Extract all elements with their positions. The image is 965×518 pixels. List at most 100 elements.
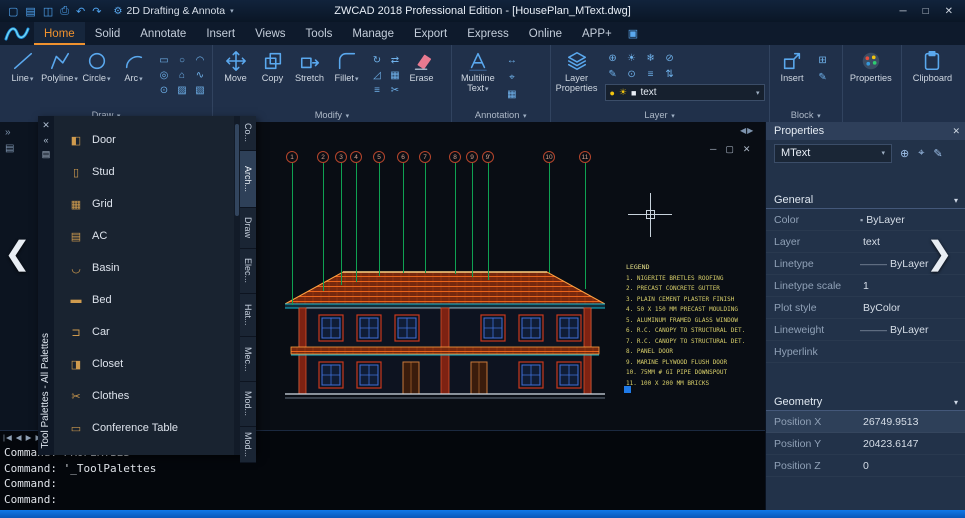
line-button[interactable]: Line▾	[4, 46, 41, 84]
palette-tab[interactable]: Mod...	[240, 382, 256, 427]
array-icon[interactable]: ▦	[387, 69, 403, 82]
mirror-icon[interactable]: ⇄	[387, 54, 403, 67]
region-icon[interactable]: ⌂	[174, 69, 190, 82]
ribbon-tab[interactable]: Annotate	[130, 22, 196, 45]
ribbon-tab[interactable]: APP+	[572, 22, 622, 45]
new-file-icon[interactable]: ▢	[8, 5, 18, 18]
layer-properties-button[interactable]: Layer Properties	[555, 46, 599, 93]
save-icon[interactable]: ◫	[43, 5, 53, 18]
ribbon-tab[interactable]: Home	[34, 22, 85, 45]
section-header-geometry[interactable]: Geometry ▾	[766, 394, 965, 411]
palette-close-icon[interactable]: ✕	[38, 120, 54, 131]
palette-tab[interactable]: Elec...	[240, 249, 256, 294]
doc-minimize-icon[interactable]: ─	[710, 144, 716, 155]
annotation-group-label[interactable]: Annotation ▾	[452, 109, 550, 122]
arc-segment-icon[interactable]: ◠	[192, 54, 208, 67]
layer-group-label[interactable]: Layer ▾	[551, 109, 769, 122]
doc-close-icon[interactable]: ✕	[743, 144, 751, 155]
rectangle-icon[interactable]: ▭	[156, 54, 172, 67]
create-block-icon[interactable]: ⊞	[815, 54, 831, 67]
scale-icon[interactable]: ◿	[369, 69, 385, 82]
current-layer-dropdown[interactable]: ● ☀ ■ text ▾	[605, 84, 765, 101]
maximize-icon[interactable]: □	[923, 6, 929, 17]
point-icon[interactable]: ⊙	[156, 84, 172, 97]
ribbon-tab[interactable]: Insert	[196, 22, 245, 45]
palette-item[interactable]: ◡ Basin	[54, 252, 234, 284]
command-line[interactable]: Command:	[4, 492, 761, 508]
layer-states-icon[interactable]: ≡	[643, 68, 659, 81]
erase-button[interactable]: Erase	[403, 46, 440, 83]
doc-restore-icon[interactable]: ▢	[725, 144, 734, 155]
layer-match-icon[interactable]: ⊙	[624, 68, 640, 81]
close-icon[interactable]: ✕	[945, 6, 953, 17]
property-row[interactable]: Position Z 0	[766, 455, 965, 477]
undo-icon[interactable]: ↶	[76, 5, 85, 18]
insert-button[interactable]: Insert	[774, 46, 811, 83]
ribbon-tab[interactable]: Manage	[342, 22, 404, 45]
palette-tab[interactable]: Arch...	[240, 151, 256, 208]
scrollbar-thumb[interactable]	[235, 124, 239, 216]
spline-icon[interactable]: ∿	[192, 69, 208, 82]
multiline-text-button[interactable]: Multiline Text▾	[456, 46, 500, 94]
ribbon-tab[interactable]: Views	[245, 22, 295, 45]
palette-tab[interactable]: Mod...	[240, 427, 256, 463]
property-row[interactable]: Lineweight ——— ByLayer	[766, 319, 965, 341]
properties-panel-button[interactable]: Properties	[847, 46, 895, 83]
object-type-dropdown[interactable]: MText ▾	[774, 144, 892, 163]
ribbon-tab[interactable]: Express	[457, 22, 519, 45]
palette-tab[interactable]: Mec...	[240, 337, 256, 382]
palette-autohide-icon[interactable]: «	[38, 135, 54, 145]
property-row[interactable]: Color ▪ ByLayer	[766, 209, 965, 231]
minimize-icon[interactable]: ─	[899, 6, 906, 17]
circle-button[interactable]: Circle▾	[78, 46, 115, 84]
next-arrow[interactable]: ❯	[926, 234, 953, 272]
ribbon-tab[interactable]: Export	[404, 22, 457, 45]
clipboard-button[interactable]: Clipboard	[906, 46, 958, 83]
property-row[interactable]: Hyperlink	[766, 341, 965, 363]
fillet-button[interactable]: Fillet▾	[328, 46, 365, 84]
redo-icon[interactable]: ↷	[92, 5, 101, 18]
open-folder-icon[interactable]: ▤	[25, 5, 35, 18]
property-row[interactable]: Position Y 20423.6147	[766, 433, 965, 455]
palette-item[interactable]: ▭ Conference Table	[54, 412, 234, 444]
table-icon[interactable]: ▦	[504, 88, 520, 101]
move-button[interactable]: Move	[217, 46, 254, 83]
pickadd-toggle-icon[interactable]: ⊕	[900, 147, 909, 160]
layer-edit-icon[interactable]: ✎	[605, 68, 621, 81]
gradient-icon[interactable]: ▧	[192, 84, 208, 97]
workspace-switcher[interactable]: ⚙ 2D Drafting & Annota ▾	[113, 5, 233, 17]
copy-button[interactable]: Copy	[254, 46, 291, 83]
hatch-icon[interactable]: ▨	[174, 84, 190, 97]
leader-icon[interactable]: ⌖	[504, 71, 520, 84]
ribbon-tab[interactable]: Solid	[85, 22, 131, 45]
block-group-label[interactable]: Block ▾	[770, 109, 842, 122]
offset-icon[interactable]: ≡	[369, 84, 385, 97]
command-line[interactable]: Command:	[4, 476, 761, 492]
palette-tab[interactable]: Hat...	[240, 294, 256, 337]
palette-menu-icon[interactable]: ▤	[38, 149, 54, 160]
command-line[interactable]: Command: '_ToolPalettes	[4, 461, 761, 477]
rotate-icon[interactable]: ↻	[369, 54, 385, 67]
palette-item[interactable]: ◧ Door	[54, 124, 234, 156]
ribbon-display-icon[interactable]: ▣	[628, 27, 638, 40]
donut-icon[interactable]: ◎	[156, 69, 172, 82]
palettes-menu-icon[interactable]: ▤	[5, 143, 38, 154]
dimension-icon[interactable]: ↔	[504, 54, 520, 67]
palette-item[interactable]: ▦ Grid	[54, 188, 234, 220]
arc-button[interactable]: Arc▾	[115, 46, 152, 84]
palette-item[interactable]: ✂ Clothes	[54, 380, 234, 412]
palette-item[interactable]: ▤ AC	[54, 220, 234, 252]
panel-splitter-arrows-icon[interactable]: ◀▶	[740, 126, 754, 135]
previous-arrow[interactable]: ❮	[4, 234, 31, 272]
ellipse-icon[interactable]: ○	[174, 54, 190, 67]
palette-tab[interactable]: Draw	[240, 208, 256, 249]
section-header-general[interactable]: General ▾	[766, 192, 965, 209]
palette-item[interactable]: ◨ Closet	[54, 348, 234, 380]
quick-select-icon[interactable]: ✎	[933, 147, 942, 160]
ribbon-tab[interactable]: Tools	[296, 22, 343, 45]
polyline-button[interactable]: Polyline▾	[41, 46, 78, 84]
properties-close-icon[interactable]: ✕	[952, 126, 960, 137]
stretch-button[interactable]: Stretch	[291, 46, 328, 83]
palette-item[interactable]: ▬ Bed	[54, 284, 234, 316]
property-row[interactable]: Linetype scale 1	[766, 275, 965, 297]
